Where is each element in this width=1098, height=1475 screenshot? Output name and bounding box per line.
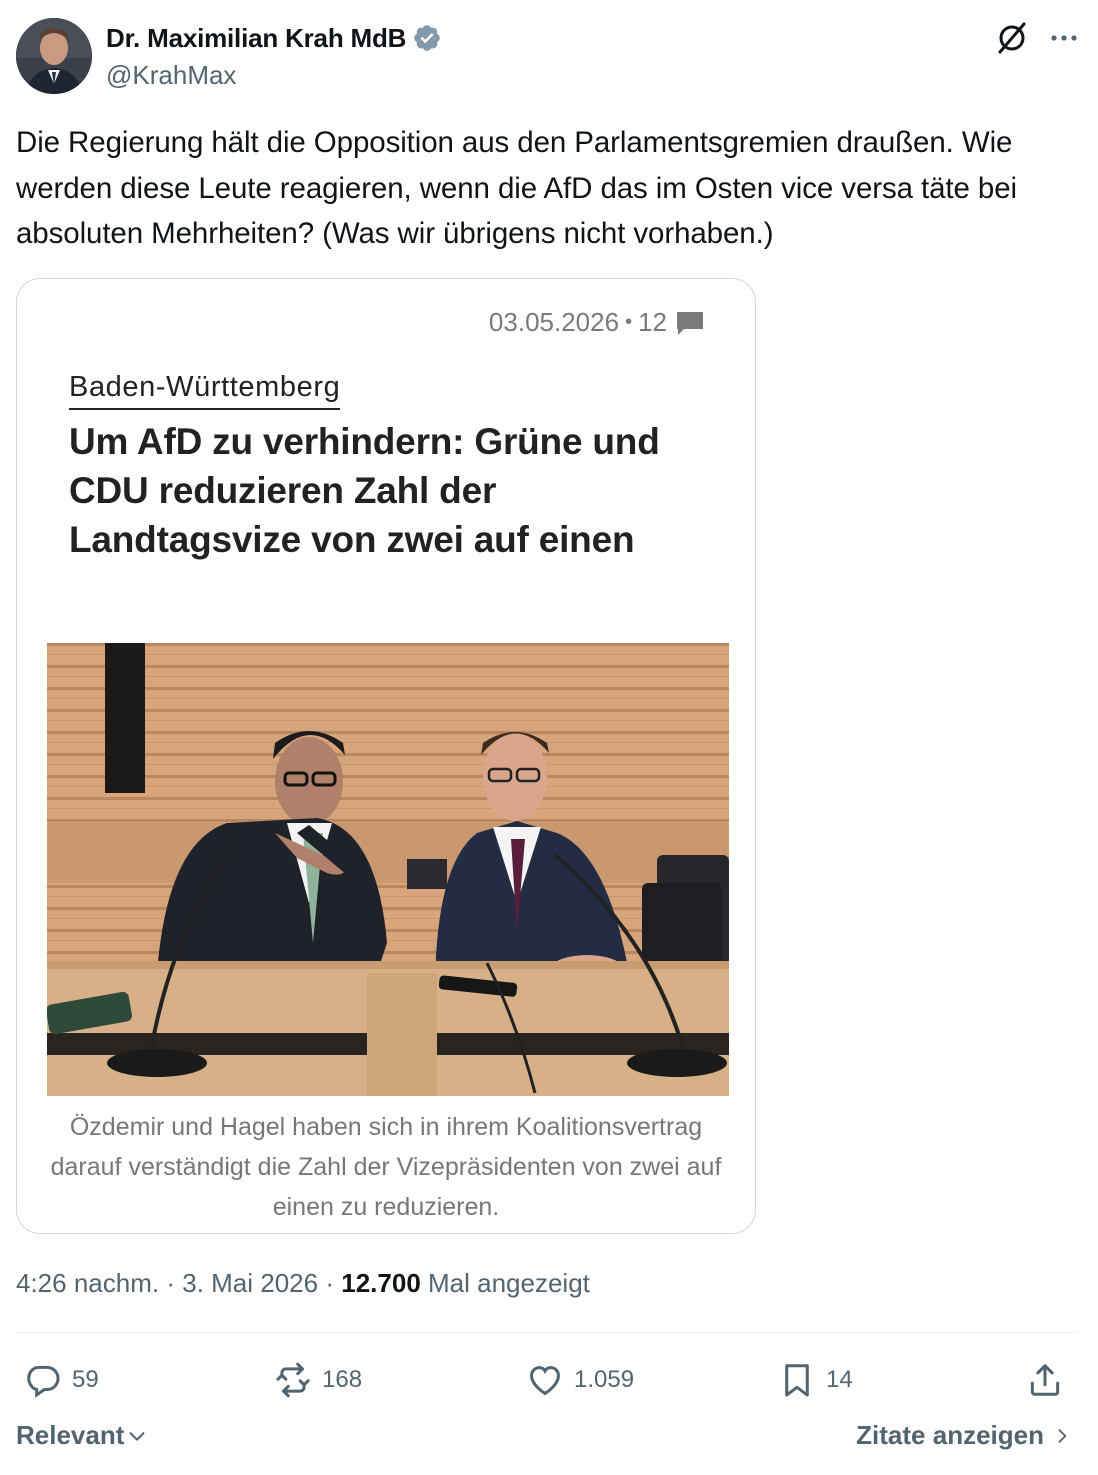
share-button[interactable] <box>1026 1356 1064 1404</box>
quotes-label: Zitate anzeigen <box>856 1420 1044 1450</box>
repost-button[interactable]: 168 <box>274 1356 362 1404</box>
article-photo <box>47 643 729 1096</box>
tweet-media-card[interactable]: 03.05.2026 • 12 Baden-Württemberg Um AfD… <box>16 278 756 1234</box>
article-headline: Um AfD zu verhindern: Grüne und CDU redu… <box>69 421 660 560</box>
view-count-label: Mal angezeigt <box>428 1268 590 1298</box>
sort-label: Relevant <box>16 1420 125 1450</box>
card-separator: • <box>625 311 633 333</box>
chevron-down-icon <box>129 1431 145 1441</box>
article-caption: Özdemir und Hagel haben sich in ihrem Ko… <box>50 1113 722 1221</box>
card-comment-count: 12 <box>638 307 667 337</box>
card-meta: 03.05.2026 • 12 <box>489 307 705 338</box>
article-kicker: Baden-Württemberg <box>69 371 341 410</box>
reply-icon <box>27 1365 60 1398</box>
bookmark-count: 14 <box>826 1366 853 1393</box>
author-name[interactable]: Dr. Maximilian Krah MdB <box>106 23 406 54</box>
chevron-right-icon <box>1058 1428 1067 1443</box>
like-button[interactable]: 1.059 <box>526 1356 634 1404</box>
verified-badge-icon[interactable] <box>412 23 442 53</box>
divider <box>16 1332 1078 1333</box>
view-count: 12.700 <box>341 1268 421 1298</box>
share-icon <box>1030 1364 1060 1396</box>
reply-button[interactable]: 59 <box>24 1356 99 1404</box>
comment-bubble-icon <box>677 311 703 335</box>
more-options-icon[interactable] <box>1046 20 1082 56</box>
timestamp-separator: · <box>325 1268 335 1298</box>
tweet-time[interactable]: 4:26 nachm. <box>16 1268 159 1298</box>
view-quotes-link[interactable]: Zitate anzeigen <box>856 1420 1072 1451</box>
grok-icon[interactable] <box>994 20 1030 56</box>
tweet-header: Dr. Maximilian Krah MdB @KrahMax <box>16 18 1082 98</box>
sort-replies-button[interactable]: Relevant <box>16 1420 148 1451</box>
heart-icon <box>530 1366 560 1396</box>
tweet-timestamp: 4:26 nachm. · 3. Mai 2026 · 12.700 Mal a… <box>16 1268 590 1299</box>
card-date: 03.05.2026 <box>488 307 620 337</box>
tweet-text: Die Regierung hält die Opposition aus de… <box>16 126 1017 250</box>
bookmark-button[interactable]: 14 <box>778 1356 853 1404</box>
action-bar: 59 168 1.059 14 <box>16 1356 1078 1404</box>
author-avatar[interactable] <box>16 18 92 94</box>
repost-icon <box>276 1362 310 1398</box>
timestamp-separator: · <box>166 1268 175 1298</box>
tweet-date[interactable]: 3. Mai 2026 <box>182 1268 318 1298</box>
reply-count: 59 <box>72 1366 99 1393</box>
author-handle[interactable]: @KrahMax <box>106 60 442 91</box>
bookmark-icon <box>785 1364 809 1397</box>
repost-count: 168 <box>322 1366 363 1393</box>
like-count: 1.059 <box>574 1366 635 1393</box>
author-block: Dr. Maximilian Krah MdB @KrahMax <box>106 22 442 91</box>
